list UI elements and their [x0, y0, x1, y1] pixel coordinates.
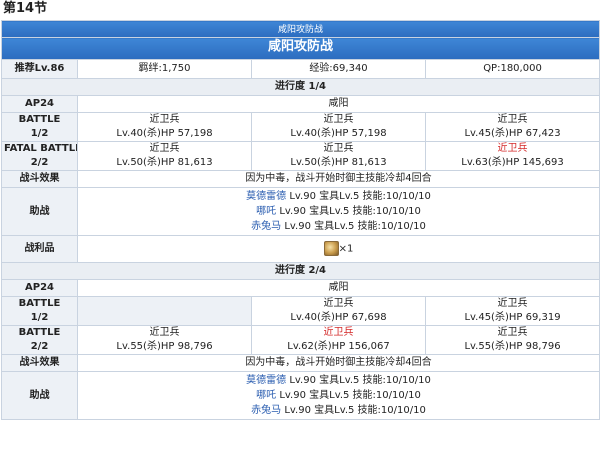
enemy-cell: 近卫兵 Lv.50(杀)HP 81,613: [77, 141, 252, 171]
support-list: 莫德雷德 Lv.90 宝具Lv.5 技能:10/10/10 哪吒 Lv.90 宝…: [76, 187, 600, 236]
battle-row: BATTLE 1/2 近卫兵 Lv.40(杀)HP 67,698 近卫兵 Lv.45(…: [1, 296, 600, 326]
support-servant-link[interactable]: 哪吒: [256, 206, 276, 217]
enemy-cell: 近卫兵 Lv.45(杀)HP 69,319: [424, 296, 600, 326]
material-item-icon[interactable]: [323, 241, 339, 257]
loot-count: ×1: [338, 243, 354, 255]
enemy-cell: 近卫兵 Lv.40(杀)HP 57,198: [251, 112, 426, 142]
enemy-cell: 近卫兵 Lv.45(杀)HP 67,423: [424, 112, 600, 142]
enemy-cell: 近卫兵 Lv.55(杀)HP 98,796: [424, 325, 600, 355]
support-row: 助战 莫德雷德 Lv.90 宝具Lv.5 技能:10/10/10 哪吒 Lv.9…: [1, 187, 600, 236]
boss-enemy-name: 近卫兵: [323, 327, 354, 338]
quest-table: 咸阳攻防战 咸阳攻防战 推荐Lv.86 羁绊:1,750 经验:69,340 Q…: [0, 20, 600, 420]
effect-text: 因为中毒，战斗开始时御主技能冷却4回合: [76, 170, 600, 188]
enemy-cell: 近卫兵 Lv.55(杀)HP 98,796: [77, 325, 252, 355]
exp-reward: 经验:69,340: [251, 59, 426, 79]
support-servant-link[interactable]: 莫德雷德: [246, 375, 286, 386]
progress-header-2: 进行度 2/4: [0, 262, 600, 280]
battle-row: FATAL BATTLE 2/2 近卫兵 Lv.50(杀)HP 81,613 近卫兵…: [1, 141, 600, 171]
progress-label: 进行度 1/4: [0, 78, 600, 96]
quest-subtitle: 咸阳攻防战: [0, 20, 600, 38]
enemy-cell: 近卫兵 Lv.62(杀)HP 156,067: [251, 325, 426, 355]
battle-row: BATTLE 1/2 近卫兵 Lv.40(杀)HP 57,198 近卫兵 Lv.40(…: [1, 112, 600, 142]
support-list: 莫德雷德 Lv.90 宝具Lv.5 技能:10/10/10 哪吒 Lv.90 宝…: [76, 371, 600, 420]
section-title: 第14节: [3, 1, 48, 16]
loot-label: 战利品: [1, 235, 78, 263]
empty-enemy-cell: [77, 296, 252, 326]
support-servant-link[interactable]: 哪吒: [256, 390, 276, 401]
support-servant-link[interactable]: 赤兔马: [251, 221, 281, 232]
loot-row: 战利品 ×1: [1, 235, 600, 263]
enemy-cell: 近卫兵 Lv.50(杀)HP 81,613: [251, 141, 426, 171]
effect-label: 战斗效果: [1, 354, 78, 372]
ap-row: AP24 咸阳: [1, 95, 600, 113]
ap-cost: AP24: [1, 95, 78, 113]
progress-label: 进行度 2/4: [0, 262, 600, 280]
battle-label: FATAL BATTLE 2/2: [1, 141, 78, 171]
progress-header-1: 进行度 1/4: [0, 78, 600, 96]
support-row: 助战 莫德雷德 Lv.90 宝具Lv.5 技能:10/10/10 哪吒 Lv.9…: [1, 371, 600, 420]
loot-cell: ×1: [76, 235, 600, 263]
ap-row: AP24 咸阳: [1, 279, 600, 297]
support-servant-link[interactable]: 赤兔马: [251, 405, 281, 416]
recommended-level: 推荐Lv.86: [1, 59, 78, 79]
enemy-cell: 近卫兵 Lv.63(杀)HP 145,693: [424, 141, 600, 171]
support-label: 助战: [1, 371, 78, 420]
enemy-cell: 近卫兵 Lv.40(杀)HP 67,698: [251, 296, 426, 326]
battle-label: BATTLE 1/2: [1, 296, 78, 326]
quest-title: 咸阳攻防战: [0, 37, 600, 60]
battle-effect-row: 战斗效果 因为中毒，战斗开始时御主技能冷却4回合: [1, 170, 600, 188]
battle-label: BATTLE 1/2: [1, 112, 78, 142]
battle-row: BATTLE 2/2 近卫兵 Lv.55(杀)HP 98,796 近卫兵 Lv.62(…: [1, 325, 600, 355]
support-servant-link[interactable]: 莫德雷德: [246, 191, 286, 202]
effect-label: 战斗效果: [1, 170, 78, 188]
quest-banner-sub-row: 咸阳攻防战: [0, 20, 600, 38]
bond-reward: 羁绊:1,750: [77, 59, 252, 79]
quest-banner-main-row: 咸阳攻防战: [0, 37, 600, 60]
location: 咸阳: [76, 95, 600, 113]
effect-text: 因为中毒，战斗开始时御主技能冷却4回合: [76, 354, 600, 372]
quest-info-row: 推荐Lv.86 羁绊:1,750 经验:69,340 QP:180,000: [1, 59, 600, 79]
location: 咸阳: [76, 279, 600, 297]
enemy-cell: 近卫兵 Lv.40(杀)HP 57,198: [77, 112, 252, 142]
ap-cost: AP24: [1, 279, 78, 297]
qp-reward: QP:180,000: [424, 59, 600, 79]
battle-label: BATTLE 2/2: [1, 325, 78, 355]
battle-effect-row: 战斗效果 因为中毒，战斗开始时御主技能冷却4回合: [1, 354, 600, 372]
support-label: 助战: [1, 187, 78, 236]
boss-enemy-name: 近卫兵: [497, 143, 528, 154]
